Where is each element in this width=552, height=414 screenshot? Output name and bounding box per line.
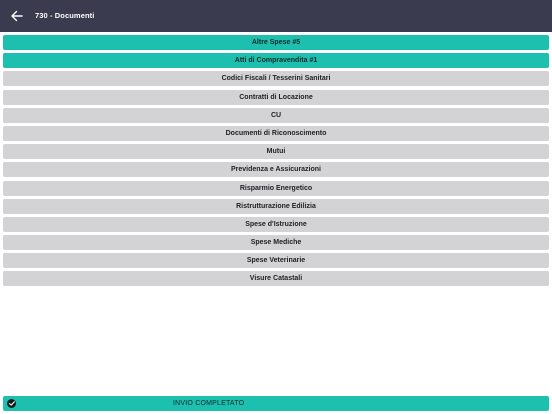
category-item-spese-veterinarie[interactable]: Spese Veterinarie	[3, 253, 549, 269]
back-button[interactable]	[8, 7, 26, 25]
category-item-documenti-di-riconoscimento[interactable]: Documenti di Riconoscimento	[3, 125, 549, 141]
category-item-cu[interactable]: CU	[3, 107, 549, 123]
category-item-ristrutturazione-edilizia[interactable]: Ristrutturazione Edilizia	[3, 198, 549, 214]
category-item-altre-spese[interactable]: Altre Spese #5	[3, 35, 549, 50]
category-item-visure-catastali[interactable]: Visure Catastali	[3, 271, 549, 287]
category-item-risparmio-energetico[interactable]: Risparmio Energetico	[3, 180, 549, 196]
category-item-spese-mediche[interactable]: Spese Mediche	[3, 235, 549, 251]
category-item-contratti-di-locazione[interactable]: Contratti di Locazione	[3, 89, 549, 105]
category-item-spese-istruzione[interactable]: Spese d'Istruzione	[3, 216, 549, 232]
arrow-left-icon	[11, 10, 23, 22]
app-bar: 730 - Documenti	[0, 0, 552, 32]
document-category-list: Altre Spese #5 Atti di Compravendita #1 …	[3, 35, 549, 290]
check-circle-icon	[7, 399, 16, 408]
page-title: 730 - Documenti	[35, 11, 95, 20]
status-label: INVIO COMPLETATO	[173, 400, 245, 407]
category-item-atti-di-compravendita[interactable]: Atti di Compravendita #1	[3, 53, 549, 69]
category-item-previdenza-e-assicurazioni[interactable]: Previdenza e Assicurazioni	[3, 162, 549, 178]
status-bar: INVIO COMPLETATO	[3, 396, 549, 411]
category-item-codici-fiscali[interactable]: Codici Fiscali / Tesserini Sanitari	[3, 71, 549, 87]
category-item-mutui[interactable]: Mutui	[3, 144, 549, 160]
